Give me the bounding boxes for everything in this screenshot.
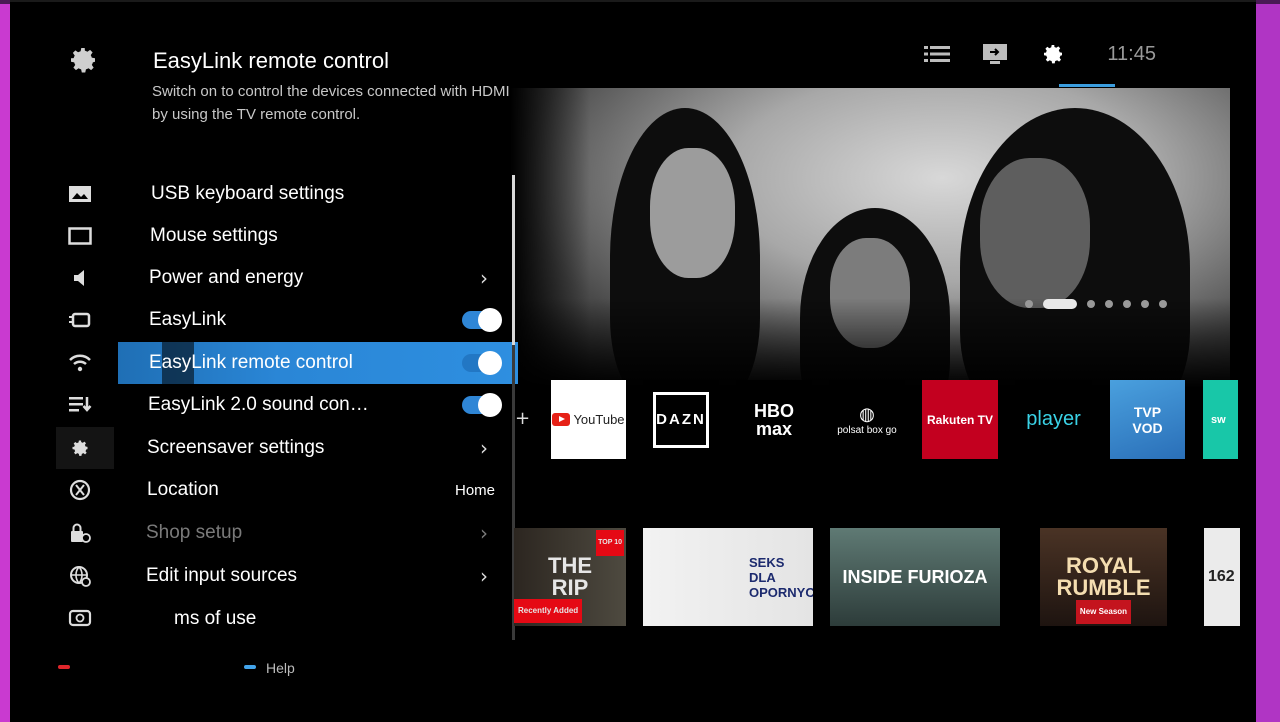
picture-icon (66, 180, 94, 208)
carousel-dot (1025, 300, 1033, 308)
content-subtitle: New Season (1075, 600, 1132, 624)
app-youtube[interactable]: YouTube (551, 380, 626, 459)
clock: 11:45 (1107, 42, 1156, 65)
app-tvp-vod[interactable]: TVP VOD (1110, 380, 1185, 459)
app-player[interactable]: player (1015, 380, 1092, 459)
app-rakuten-tv[interactable]: Rakuten TV (922, 380, 998, 459)
lock-icon (66, 519, 94, 547)
wifi-icon (66, 349, 94, 377)
content-tile-partial[interactable]: 162 (1204, 528, 1240, 626)
menu-item-easylink[interactable]: EasyLink (0, 299, 515, 341)
input-source-icon[interactable] (981, 40, 1009, 68)
content-title: INSIDE FURIOZA (842, 566, 988, 587)
menu-item-screensaver[interactable]: Screensaver settings › (0, 427, 515, 469)
top-bar: 11:45 (923, 40, 1156, 68)
carousel-dot-active (1043, 299, 1077, 309)
content-title: ROYAL RUMBLE (1056, 553, 1151, 600)
location-value: Home (455, 481, 496, 499)
carousel-dot (1123, 300, 1131, 308)
list-download-icon (66, 391, 94, 419)
menu-item-label: Power and energy (149, 267, 304, 288)
menu-item-label: Screensaver settings (147, 437, 325, 458)
help-label[interactable]: Help (266, 660, 295, 676)
menu-item-label: EasyLink 2.0 sound con… (148, 394, 369, 415)
content-title: 162 (1208, 568, 1235, 585)
menu-item-label: Shop setup (146, 522, 243, 543)
app-label: TVP VOD (1132, 403, 1163, 436)
speaker-icon (66, 264, 94, 292)
chevron-right-icon: › (480, 521, 488, 545)
polsat-icon: ◍ (859, 403, 875, 424)
menu-item-terms-of-use[interactable]: ms of use (0, 598, 515, 640)
menu-item-power-energy[interactable]: Power and energy › (0, 257, 515, 299)
menu-item-usb-keyboard[interactable]: USB keyboard settings (0, 173, 515, 215)
app-label: polsat box go (837, 424, 897, 436)
list-icon[interactable] (923, 40, 951, 68)
selected-tab-underline (1059, 84, 1115, 87)
carousel-dot (1087, 300, 1095, 308)
menu-item-label: Edit input sources (146, 565, 298, 586)
hero-banner[interactable] (510, 88, 1230, 388)
accessibility-icon (66, 476, 94, 504)
carousel-dot (1105, 300, 1113, 308)
chevron-right-icon: › (480, 564, 488, 588)
easylink-remote-control-toggle[interactable] (462, 351, 502, 375)
content-tile-inside-furioza[interactable]: INSIDE FURIOZA (830, 528, 1000, 626)
app-label: DAZN (653, 391, 709, 448)
menu-item-location[interactable]: Location Home (0, 469, 515, 511)
carousel-dot (1141, 300, 1149, 308)
add-app-icon[interactable]: + (515, 408, 530, 429)
app-polsat-box-go[interactable]: ◍ polsat box go (829, 380, 905, 459)
easylink-toggle[interactable] (462, 308, 502, 332)
carousel-indicator[interactable] (1025, 299, 1167, 309)
settings-gear-icon (66, 44, 100, 78)
app-label: player (1026, 408, 1081, 430)
app-label: YouTube (573, 412, 625, 427)
support-icon (66, 605, 94, 633)
menu-item-easylink-remote-control[interactable]: EasyLink remote control (0, 342, 515, 384)
screen-icon (66, 222, 94, 250)
menu-item-label: Location (147, 479, 219, 500)
gear-icon (66, 434, 94, 462)
page-title: EasyLink remote control (153, 48, 389, 73)
app-dazn[interactable]: DAZN (643, 380, 719, 459)
content-tile-the-rip[interactable]: TOP 10 THE RIP Recently Added (514, 528, 626, 626)
menu-item-label: USB keyboard settings (151, 183, 345, 204)
menu-item-shop-setup[interactable]: Shop setup › (0, 512, 515, 554)
blue-key-indicator (244, 665, 256, 669)
menu-item-label: ms of use (174, 608, 257, 629)
menu-item-label: EasyLink remote control (149, 352, 353, 373)
menu-item-label: Mouse settings (150, 225, 278, 246)
content-subtitle: Recently Added (514, 599, 583, 623)
app-label: Rakuten TV (926, 412, 993, 427)
top10-badge: TOP 10 (596, 530, 624, 556)
red-key-indicator (58, 665, 70, 669)
menu-item-edit-input-sources[interactable]: Edit input sources › (0, 555, 515, 597)
globe-icon (66, 562, 94, 590)
content-tile-royal-rumble[interactable]: ROYAL RUMBLE New Season (1040, 528, 1167, 626)
menu-item-label: EasyLink (149, 309, 227, 330)
content-title: SEKS DLA OPORNYCH (749, 554, 813, 600)
app-label: HBO max (754, 400, 794, 439)
content-tile-seks-dla-opornych[interactable]: SEKS DLA OPORNYCH (643, 528, 813, 626)
easylink-sound-toggle[interactable] (462, 393, 502, 417)
chevron-right-icon: › (480, 266, 488, 290)
app-hbo-max[interactable]: HBO max (736, 380, 812, 459)
chevron-right-icon: › (480, 436, 488, 460)
menu-item-easylink-sound[interactable]: EasyLink 2.0 sound con… (0, 384, 515, 426)
content-title: THE RIP (548, 553, 592, 600)
battery-icon (66, 306, 94, 334)
page-description: Switch on to control the devices connect… (152, 83, 510, 123)
app-label: sw (1211, 413, 1226, 426)
carousel-dot (1159, 300, 1167, 308)
settings-gear-icon[interactable] (1039, 40, 1067, 68)
app-partial[interactable]: sw (1203, 380, 1238, 459)
menu-item-mouse[interactable]: Mouse settings (0, 215, 515, 257)
